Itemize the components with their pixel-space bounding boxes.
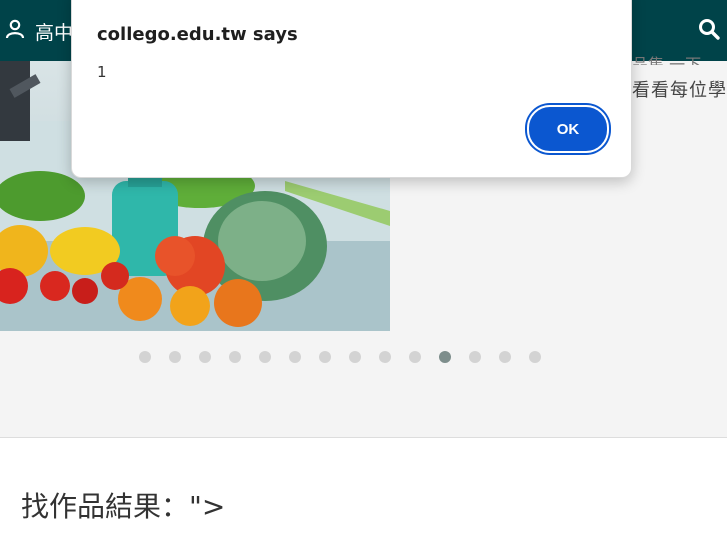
carousel-dot[interactable] (259, 351, 271, 363)
dialog-message: 1 (97, 63, 107, 81)
ok-button[interactable]: OK (527, 105, 609, 153)
search-result-heading: 找作品結果："> (21, 490, 226, 523)
carousel-dot[interactable] (499, 351, 511, 363)
carousel-dot[interactable] (439, 351, 451, 363)
carousel-dot[interactable] (229, 351, 241, 363)
user-menu-label[interactable]: 高中 (35, 18, 73, 45)
carousel-dot[interactable] (169, 351, 181, 363)
carousel-dot[interactable] (529, 351, 541, 363)
search-icon[interactable] (697, 17, 721, 41)
slide-caption-partial: 品集 一下 (632, 55, 702, 65)
carousel-dot[interactable] (289, 351, 301, 363)
carousel-dot[interactable] (349, 351, 361, 363)
alert-dialog: collego.edu.tw says 1 OK (71, 0, 632, 178)
slide-caption: 看看每位學 (632, 80, 727, 101)
carousel-dot[interactable] (409, 351, 421, 363)
carousel-dot[interactable] (139, 351, 151, 363)
carousel-dot[interactable] (469, 351, 481, 363)
carousel-dot[interactable] (319, 351, 331, 363)
carousel-dot[interactable] (199, 351, 211, 363)
dialog-title: collego.edu.tw says (97, 24, 298, 45)
carousel-dot[interactable] (379, 351, 391, 363)
user-icon[interactable] (5, 19, 25, 39)
